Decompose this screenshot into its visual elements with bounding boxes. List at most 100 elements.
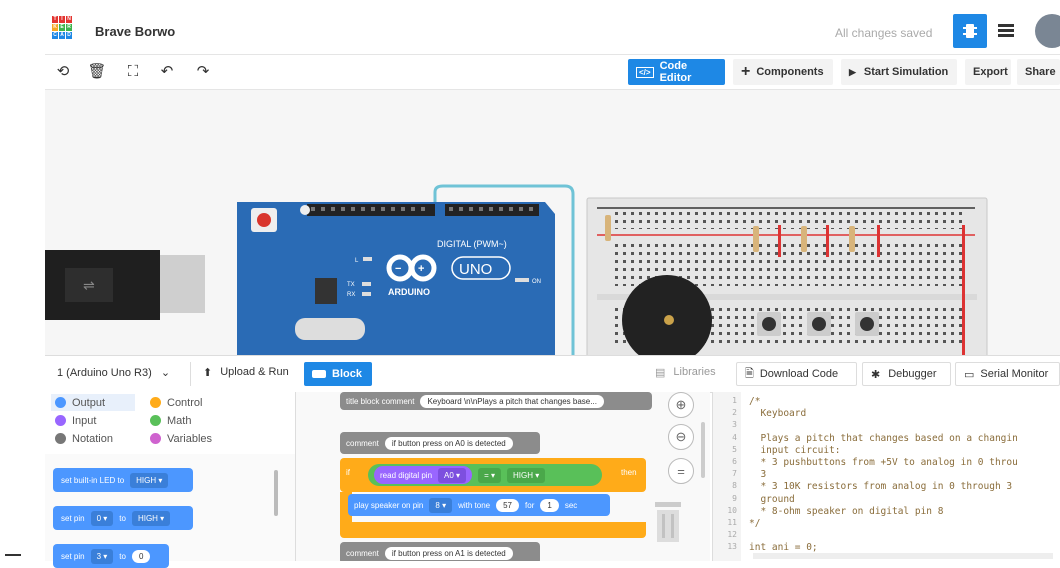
category-label: Control xyxy=(167,396,203,409)
value-dropdown[interactable]: HIGH ▾ xyxy=(507,467,546,483)
trash-icon[interactable] xyxy=(652,502,684,542)
chip-icon xyxy=(963,24,977,38)
crystal xyxy=(295,318,365,340)
plus-icon: + xyxy=(741,63,751,80)
serial-monitor-button[interactable]: ▭ Serial Monitor xyxy=(955,362,1060,386)
block-dropdown[interactable]: 3 ▾ xyxy=(90,548,114,564)
comment-block[interactable]: comment if button press on A1 is detecte… xyxy=(340,542,540,561)
palette-scrollbar[interactable] xyxy=(274,470,278,516)
code-line: Plays a pitch that changes based on a ch… xyxy=(749,432,1018,444)
device-select[interactable]: 1 (Arduino Uno R3) ⌄ xyxy=(57,366,170,379)
line-number: 12 xyxy=(727,530,737,540)
line-number: 13 xyxy=(727,542,737,552)
comment-text-input[interactable]: if button press on A1 is detected xyxy=(384,546,513,560)
delete-icon[interactable]: 🗑 xyxy=(87,62,107,82)
redo-icon[interactable]: ↷ xyxy=(193,62,213,82)
block-text: read digital pin xyxy=(380,470,433,480)
category-control[interactable]: Control xyxy=(150,394,240,411)
libraries-button[interactable]: ▤ Libraries xyxy=(655,366,716,379)
category-label: Math xyxy=(167,414,192,427)
undo-icon[interactable]: ↶ xyxy=(157,62,177,82)
block-text: to xyxy=(119,551,126,561)
block-text: sec xyxy=(564,500,578,510)
zoom-reset-icon[interactable]: = xyxy=(668,458,694,484)
block-dropdown[interactable]: 8 ▾ xyxy=(429,497,453,513)
category-output[interactable]: Output xyxy=(55,394,145,411)
start-simulation-button[interactable]: ▶ Start Simulation xyxy=(841,59,957,85)
line-number: 7 xyxy=(732,469,737,479)
circuit-view-button[interactable] xyxy=(953,14,987,48)
line-number: 5 xyxy=(732,444,737,454)
play-speaker-block[interactable]: play speaker on pin 8 ▾ with tone 57 for… xyxy=(348,494,610,516)
block-dropdown[interactable]: A0 ▾ xyxy=(438,467,467,483)
user-avatar[interactable] xyxy=(1035,14,1060,48)
tone-input[interactable]: 57 xyxy=(496,498,520,512)
circuit-canvas[interactable]: ⇌ DIGITAL (PWM~) − + UNO ARDUINO L TX RX… xyxy=(45,90,1060,355)
pushbuttons xyxy=(757,312,879,336)
read-digital-pin-block[interactable]: read digital pin A0 ▾ xyxy=(374,466,473,484)
set-pin-block[interactable]: set pin 0 ▾ to HIGH ▾ xyxy=(53,506,193,530)
debugger-button[interactable]: ✱ Debugger xyxy=(862,362,951,386)
usb-icon: ⇌ xyxy=(83,278,95,294)
category-variables[interactable]: Variables xyxy=(150,430,240,447)
comment-text-input[interactable]: Keyboard \n\nPlays a pitch that changes … xyxy=(420,394,604,408)
category-notation[interactable]: Notation xyxy=(55,430,145,447)
svg-text:+: + xyxy=(418,263,424,275)
line-number: 11 xyxy=(727,518,737,527)
code-line: 3 xyxy=(749,469,767,481)
components-button[interactable]: + Components xyxy=(733,59,833,85)
block-dropdown[interactable]: HIGH ▾ xyxy=(130,472,169,488)
export-button[interactable]: Export xyxy=(965,59,1011,85)
on-label: ON xyxy=(532,279,541,285)
category-input[interactable]: Input xyxy=(55,412,145,429)
fit-view-icon[interactable]: ⛶ xyxy=(123,62,143,82)
set-pin-value-block[interactable]: set pin 3 ▾ to 0 xyxy=(53,544,169,568)
set-led-block[interactable]: set built-in LED to HIGH ▾ xyxy=(53,468,193,492)
schematic-view-button[interactable] xyxy=(989,14,1023,48)
rotate-icon[interactable]: ⟲ xyxy=(53,62,73,82)
line-number: 8 xyxy=(732,481,737,491)
block-workspace[interactable]: title block comment Keyboard \n\nPlays a… xyxy=(296,392,710,561)
logo-letter: N xyxy=(66,16,72,23)
tx-label: TX xyxy=(347,282,355,288)
tinkercad-logo[interactable]: T I N K E R C A D xyxy=(52,16,72,46)
block-text: to xyxy=(119,513,126,523)
horizontal-scrollbar[interactable] xyxy=(753,553,1053,559)
upload-run-button[interactable]: ⬆ Upload & Run xyxy=(203,366,289,379)
uno-label: UNO xyxy=(459,261,492,278)
rx-label: RX xyxy=(347,292,355,298)
logo-letter: D xyxy=(66,32,72,39)
block-dropdown[interactable]: HIGH ▾ xyxy=(131,510,171,526)
zoom-in-icon[interactable]: ⊕ xyxy=(668,392,694,418)
line-number: 1 xyxy=(732,396,737,405)
debugger-label: Debugger xyxy=(888,368,937,380)
upload-run-label: Upload & Run xyxy=(220,366,289,378)
block-mode-button[interactable]: Block xyxy=(304,362,372,386)
zoom-out-icon[interactable]: ⊖ xyxy=(668,424,694,450)
start-simulation-label: Start Simulation xyxy=(863,66,949,78)
comment-block[interactable]: comment if button press on A0 is detecte… xyxy=(340,432,540,454)
download-code-button[interactable]: 🗎 Download Code xyxy=(736,362,857,386)
category-math[interactable]: Math xyxy=(150,412,240,429)
code-line: ground xyxy=(749,493,795,505)
block-dropdown[interactable]: 0 ▾ xyxy=(90,510,114,526)
block-icon xyxy=(312,370,326,378)
duration-input[interactable]: 1 xyxy=(540,498,559,512)
operator-dropdown[interactable]: = ▾ xyxy=(478,467,501,483)
if-label: if xyxy=(346,468,350,477)
code-line: * 8-ohm speaker on digital pin 8 xyxy=(749,505,944,517)
serial-monitor-label: Serial Monitor xyxy=(980,368,1049,380)
comment-text-input[interactable]: if button press on A0 is detected xyxy=(384,436,513,450)
block-text: set built-in LED to xyxy=(61,475,125,485)
code-view[interactable]: 1 /* 2 Keyboard 3 4 Plays a pitch that chang… xyxy=(712,392,1060,561)
code-line: /* xyxy=(749,396,761,407)
share-button[interactable]: Share xyxy=(1017,59,1060,85)
project-name[interactable]: Brave Borwo xyxy=(95,24,175,39)
compare-block[interactable]: read digital pin A0 ▾ = ▾ HIGH ▾ xyxy=(368,464,602,486)
code-line: Keyboard xyxy=(749,408,807,420)
play-icon: ▶ xyxy=(849,66,856,77)
title-comment-block[interactable]: title block comment Keyboard \n\nPlays a… xyxy=(340,392,652,410)
workspace-scrollbar[interactable] xyxy=(701,422,705,478)
logo-letter: T xyxy=(52,16,58,23)
code-editor-button[interactable]: </> Code Editor xyxy=(628,59,725,85)
